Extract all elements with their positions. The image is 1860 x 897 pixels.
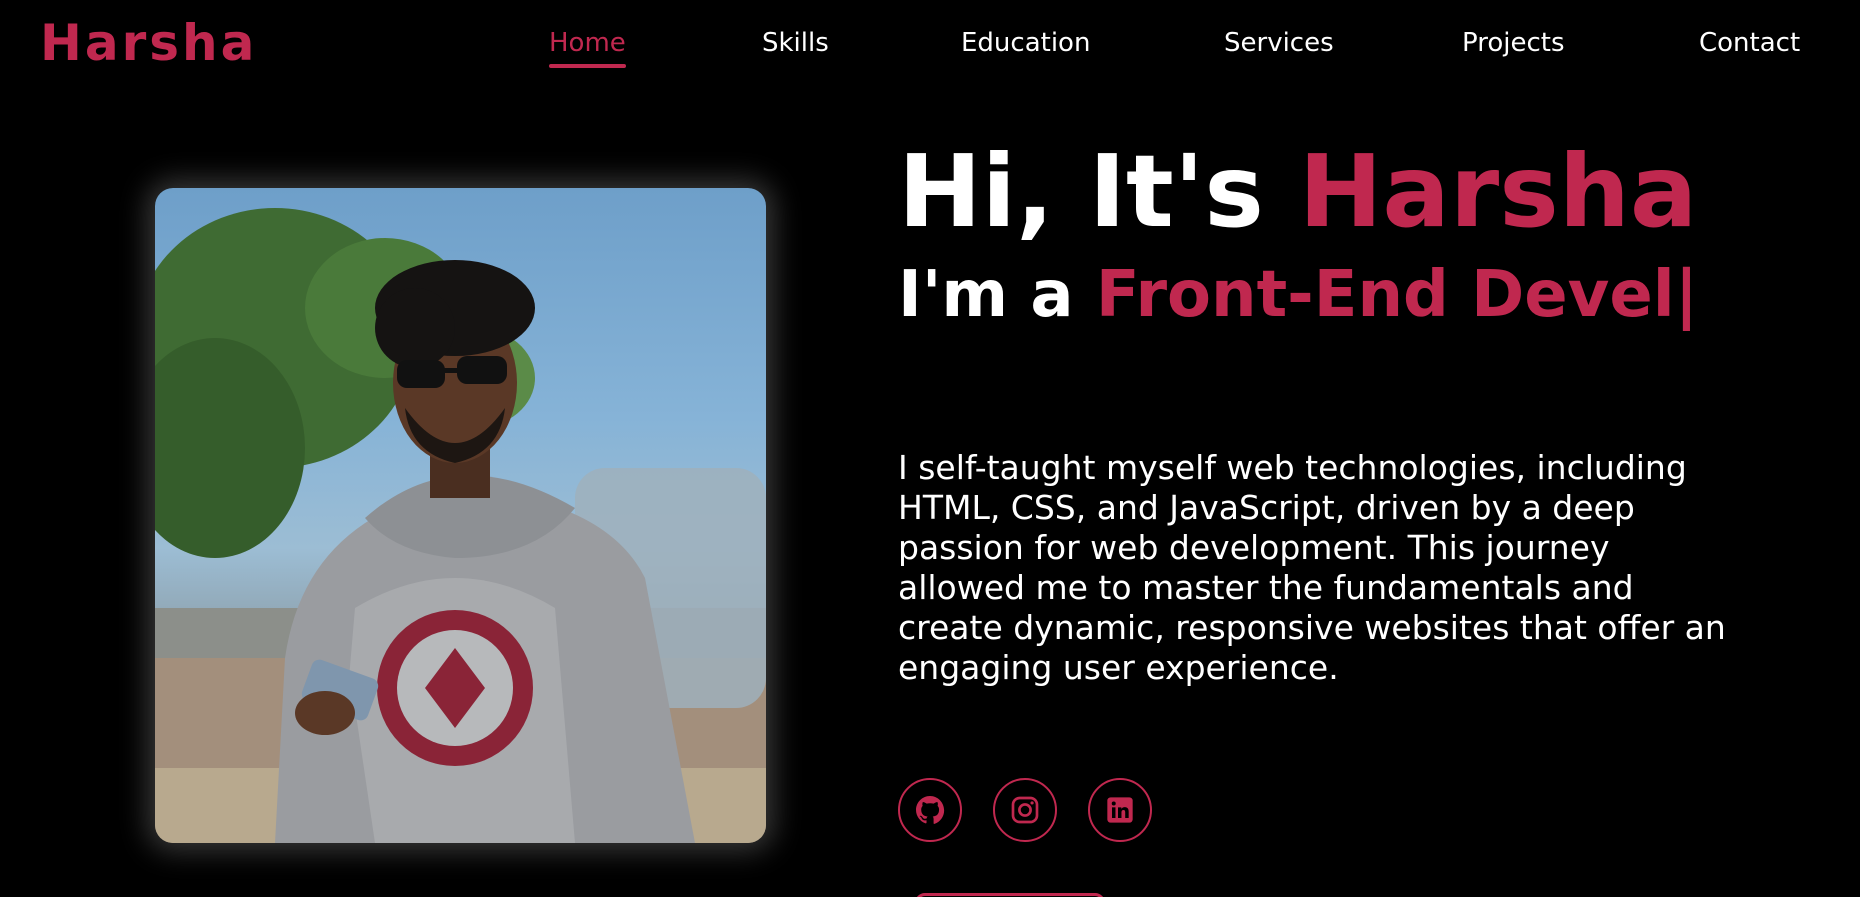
- instagram-link[interactable]: [993, 778, 1057, 842]
- nav-item-services[interactable]: Services: [1224, 24, 1334, 62]
- github-icon: [916, 796, 945, 824]
- nav-item-label: Skills: [762, 28, 829, 58]
- profile-photo-illustration: [155, 208, 766, 843]
- active-underline: [549, 64, 626, 68]
- hero-greeting: Hi, It's Harsha: [898, 132, 1697, 252]
- github-link[interactable]: [898, 778, 962, 842]
- linkedin-icon: [1107, 797, 1133, 823]
- nav-item-label: Projects: [1462, 28, 1565, 58]
- cta-button[interactable]: [915, 893, 1105, 897]
- nav-item-education[interactable]: Education: [961, 24, 1090, 62]
- nav-item-label: Education: [961, 28, 1091, 58]
- nav-item-skills[interactable]: Skills: [762, 24, 829, 62]
- hero-description: I self-taught myself web technologies, i…: [898, 448, 1726, 687]
- profile-photo: [155, 188, 766, 843]
- role-typed-text: Front-End Devel|: [1095, 258, 1699, 332]
- portfolio-page: Harsha Home Skills Education Services Pr…: [0, 0, 1860, 897]
- instagram-icon: [1011, 796, 1039, 824]
- nav-item-label: Contact: [1699, 28, 1801, 58]
- nav-item-label: Home: [549, 28, 626, 58]
- hero-role: I'm a Front-End Devel|: [898, 255, 1698, 335]
- nav-item-home[interactable]: Home: [549, 24, 626, 68]
- nav-item-label: Services: [1224, 28, 1334, 58]
- nav-item-projects[interactable]: Projects: [1462, 24, 1565, 62]
- main-nav: Home Skills Education Services Projects …: [0, 24, 1860, 68]
- greeting-prefix: Hi, It's: [898, 133, 1299, 250]
- role-prefix: I'm a: [898, 258, 1096, 332]
- greeting-name: Harsha: [1298, 133, 1698, 250]
- nav-item-contact[interactable]: Contact: [1699, 24, 1800, 62]
- linkedin-link[interactable]: [1088, 778, 1152, 842]
